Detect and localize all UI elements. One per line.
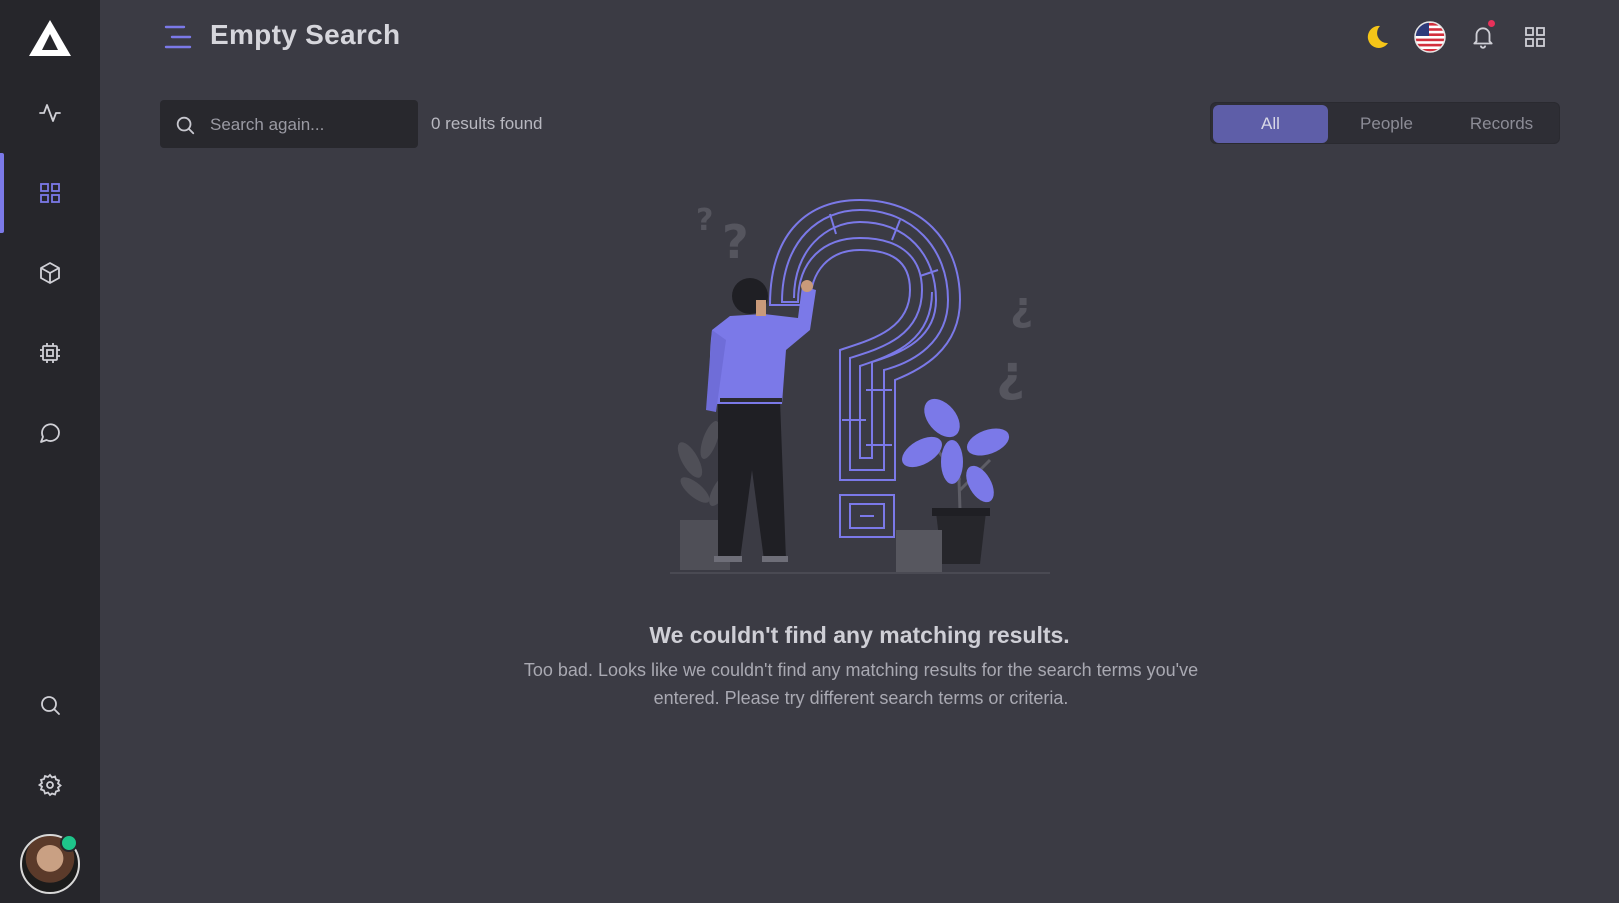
svg-text:?: ?: [696, 203, 713, 238]
filter-tabs: All People Records: [1210, 102, 1560, 144]
tab-all[interactable]: All: [1213, 105, 1328, 143]
sidebar-item-cpu[interactable]: [0, 313, 100, 393]
search-input[interactable]: [208, 100, 412, 150]
empty-state-title-wrap: We couldn't find any matching results.: [0, 622, 1619, 649]
sidebar-item-chat[interactable]: [0, 393, 100, 473]
settings-icon: [38, 773, 62, 797]
notification-dot: [1488, 20, 1495, 27]
moon-icon: [1367, 25, 1388, 48]
logo-icon[interactable]: [28, 18, 72, 58]
language-button[interactable]: [1413, 20, 1447, 54]
svg-text:¿: ¿: [1010, 284, 1033, 330]
bell-icon: [1473, 27, 1493, 49]
menu-icon[interactable]: [164, 24, 192, 50]
sidebar-item-settings[interactable]: [0, 745, 100, 825]
sidebar-item-search[interactable]: [0, 665, 100, 745]
sidebar-item-activity[interactable]: [0, 73, 100, 153]
results-count: 0 results found: [431, 114, 543, 133]
search-icon: [41, 696, 60, 715]
sidebar-item-dashboard[interactable]: [0, 153, 100, 233]
apps-button[interactable]: [1518, 20, 1552, 54]
activity-icon: [39, 104, 61, 122]
search-box: [160, 100, 418, 150]
box-icon: [40, 262, 60, 284]
svg-text:?: ?: [722, 215, 749, 269]
notifications-button[interactable]: [1466, 20, 1500, 54]
sidebar: [0, 0, 100, 903]
empty-state-title: We couldn't find any matching results.: [649, 622, 1070, 648]
apps-grid-icon: [1525, 27, 1545, 47]
svg-text:¿: ¿: [996, 344, 1025, 402]
dashboard-grid-icon: [40, 183, 60, 203]
us-flag-icon: [1414, 21, 1446, 53]
search-icon: [176, 116, 195, 135]
empty-search-illustration: ? ? ¿ ¿: [670, 198, 1050, 574]
online-status-dot: [60, 834, 78, 852]
tab-records[interactable]: Records: [1444, 105, 1559, 143]
user-avatar[interactable]: [20, 834, 80, 894]
sidebar-item-box[interactable]: [0, 233, 100, 313]
page-title: Empty Search: [210, 19, 401, 50]
cpu-icon: [40, 343, 60, 363]
theme-toggle-button[interactable]: [1360, 20, 1394, 54]
tab-people[interactable]: People: [1329, 105, 1444, 143]
empty-state-description: Too bad. Looks like we couldn't find any…: [523, 660, 1199, 708]
chat-icon: [40, 423, 60, 443]
